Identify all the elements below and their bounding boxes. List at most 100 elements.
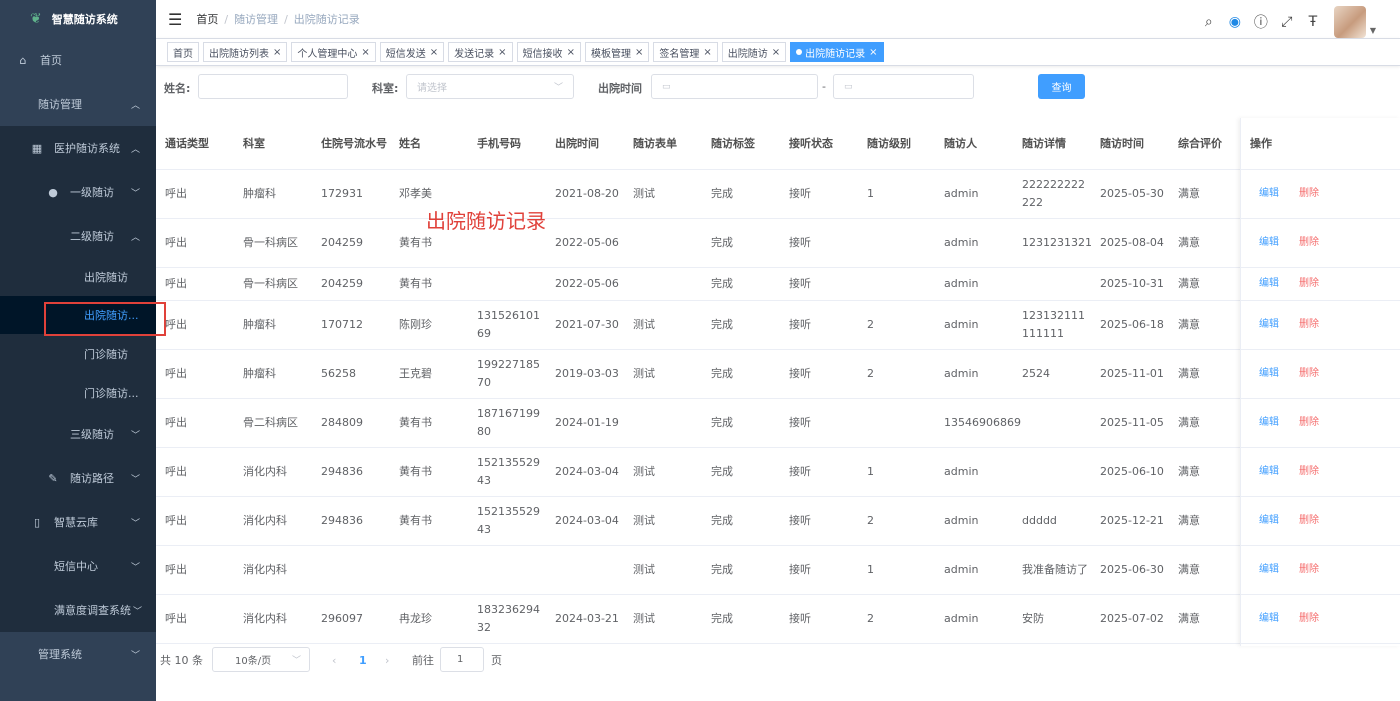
- sidebar-item-cloud[interactable]: ▯ 智慧云库 ﹀: [0, 500, 156, 544]
- column-header: 随访级别: [867, 136, 911, 150]
- sidebar-item-satisfaction[interactable]: 满意度调查系统 ﹀: [0, 588, 156, 632]
- table-cell: 2: [867, 514, 874, 527]
- sidebar-item-label: 门诊随访...: [84, 386, 139, 400]
- sidebar-item-medical-followup[interactable]: ▦ 医护随访系统 ︿: [0, 126, 156, 170]
- table-cell: 王克碧: [399, 367, 432, 380]
- tag-label: 出院随访记录: [805, 48, 866, 60]
- close-icon[interactable]: ×: [567, 47, 575, 58]
- chevron-down-icon: ﹀: [130, 650, 140, 661]
- tag-home[interactable]: 首页: [167, 42, 199, 62]
- close-icon[interactable]: ×: [430, 47, 438, 58]
- table-cell: 2025-11-01: [1100, 367, 1164, 380]
- tag-sms-receive[interactable]: 短信接收 ×: [516, 42, 581, 62]
- close-icon[interactable]: ×: [772, 47, 780, 58]
- overlay-annotation: 出院随访记录: [426, 209, 546, 233]
- start-date-input[interactable]: ▭: [651, 74, 818, 99]
- sidebar-item-home[interactable]: ⌂ 首页: [0, 38, 156, 82]
- table-cell: 完成: [711, 563, 733, 576]
- sidebar-item-followup-mgmt[interactable]: 随访管理 ︿: [0, 82, 156, 126]
- close-icon[interactable]: ×: [703, 47, 711, 58]
- current-page[interactable]: 1: [359, 647, 367, 673]
- sidebar-item-level3[interactable]: 三级随访 ﹀: [0, 412, 156, 456]
- github-icon[interactable]: ◉: [1222, 14, 1248, 30]
- sidebar-item-sms[interactable]: 短信中心 ﹀: [0, 544, 156, 588]
- table-cell: 满意: [1178, 416, 1200, 429]
- name-input[interactable]: [198, 74, 348, 99]
- caret-down-icon[interactable]: ▼: [1370, 26, 1376, 35]
- sidebar-item-level1[interactable]: ● 一级随访 ﹀: [0, 170, 156, 214]
- user-icon: ●: [48, 185, 58, 199]
- close-icon[interactable]: ×: [869, 47, 877, 58]
- table-cell: 2024-01-19: [555, 416, 619, 429]
- table-cell: 测试: [633, 465, 655, 478]
- close-icon[interactable]: ×: [273, 47, 281, 58]
- table-row: 呼出 消化内科 296097 冉龙珍 18323629432 2024-03-21 测试 完成…: [156, 595, 1400, 644]
- table-cell: 消化内科: [243, 563, 287, 576]
- table-cell: 2019-03-03: [555, 367, 619, 380]
- sidebar-item-label: 首页: [40, 54, 62, 67]
- table-cell: admin: [944, 465, 979, 478]
- table-cell: [1013, 268, 1091, 300]
- tag-discharge-record[interactable]: 出院随访记录 ×: [790, 42, 884, 62]
- table-cell: [312, 546, 390, 594]
- tag-signature[interactable]: 签名管理 ×: [653, 42, 718, 62]
- table-cell: 接听: [789, 367, 811, 380]
- dept-select[interactable]: 请选择 ﹀: [406, 74, 574, 99]
- prev-page-button[interactable]: ‹: [332, 647, 336, 673]
- tag-send-record[interactable]: 发送记录 ×: [448, 42, 513, 62]
- table-cell: 2021-07-30: [555, 318, 619, 331]
- tag-discharge-list[interactable]: 出院随访列表 ×: [203, 42, 288, 62]
- table-cell: 呼出: [165, 563, 187, 576]
- query-button[interactable]: 查询: [1038, 74, 1085, 99]
- close-icon[interactable]: ×: [361, 47, 369, 58]
- table-cell: 222222222222: [1022, 178, 1085, 209]
- table-header-row: 通话类型 科室 住院号流水号 姓名 手机号码 出院时间 随访表单 随访标签 接听状态 随访级别 随访…: [156, 118, 1400, 170]
- sidebar-item-level2[interactable]: 二级随访 ︿: [0, 214, 156, 258]
- tag-discharge[interactable]: 出院随访 ×: [721, 42, 787, 62]
- table-cell: 呼出: [165, 465, 187, 478]
- table-cell: 骨一科病区: [243, 236, 298, 249]
- search-icon[interactable]: ⌕: [1196, 14, 1222, 30]
- table-cell: [468, 268, 540, 300]
- table-cell: 完成: [711, 514, 733, 527]
- table-cell: 测试: [633, 318, 655, 331]
- sidebar-item-label: 管理系统: [38, 648, 82, 661]
- table-cell: 安防: [1022, 612, 1044, 625]
- avatar[interactable]: [1333, 6, 1366, 38]
- sidebar-item-admin[interactable]: 管理系统 ﹀: [0, 632, 156, 676]
- table-cell: [1013, 448, 1091, 496]
- sidebar-item-outpatient-record[interactable]: 门诊随访...: [0, 373, 156, 412]
- font-size-icon[interactable]: Ŧ: [1300, 14, 1326, 30]
- table-cell: 2025-11-05: [1100, 416, 1164, 429]
- app-logo[interactable]: ❦ 智慧随访系统: [0, 0, 156, 38]
- chevron-up-icon: ︿: [130, 100, 140, 111]
- table-cell: 2025-07-02: [1100, 612, 1164, 625]
- tag-template[interactable]: 模板管理 ×: [584, 42, 650, 62]
- hamburger-icon[interactable]: ☰: [168, 10, 182, 29]
- table-cell: 黄有书: [399, 465, 432, 478]
- tag-label: 个人管理中心: [297, 48, 358, 60]
- fullscreen-icon[interactable]: ⤢: [1274, 14, 1300, 30]
- breadcrumb-home[interactable]: 首页: [196, 13, 218, 26]
- end-date-input[interactable]: ▭: [833, 74, 974, 99]
- help-icon[interactable]: ⓘ: [1248, 12, 1274, 32]
- sidebar-item-discharge[interactable]: 出院随访: [0, 258, 156, 296]
- table-cell: [858, 268, 935, 300]
- tag-sms-send[interactable]: 短信发送 ×: [379, 42, 445, 62]
- table-cell: 满意: [1178, 465, 1200, 478]
- operation-column-fixed: [1240, 118, 1400, 646]
- table-cell: 2025-06-10: [1100, 465, 1164, 478]
- tag-personal-center[interactable]: 个人管理中心 ×: [291, 42, 376, 62]
- page-size-select[interactable]: 10条/页 ﹀: [212, 647, 310, 672]
- close-icon[interactable]: ×: [498, 47, 506, 58]
- sidebar-item-outpatient[interactable]: 门诊随访: [0, 334, 156, 373]
- table-cell: 测试: [633, 563, 655, 576]
- next-page-button[interactable]: ›: [385, 647, 389, 673]
- sidebar-item-path[interactable]: ✎ 随访路径 ﹀: [0, 456, 156, 500]
- breadcrumb-section: 随访管理: [234, 13, 279, 26]
- table-cell: 284809: [321, 416, 363, 429]
- goto-input[interactable]: 1: [440, 647, 484, 672]
- active-dot-icon: [796, 49, 803, 55]
- chevron-down-icon: ﹀: [130, 562, 140, 573]
- close-icon[interactable]: ×: [635, 47, 643, 58]
